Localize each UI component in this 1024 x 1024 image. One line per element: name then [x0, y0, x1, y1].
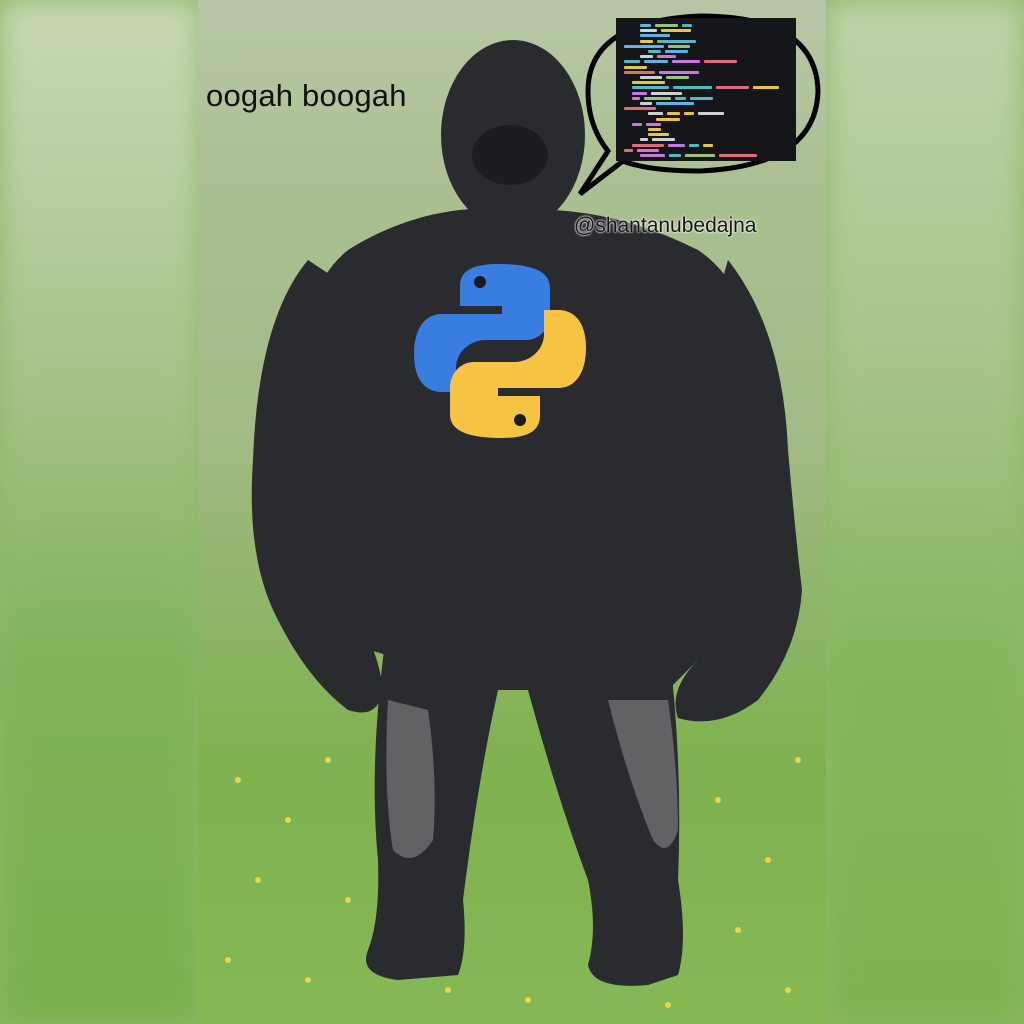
code-line [640, 34, 670, 38]
meme-caption: oogah boogah [206, 78, 407, 113]
code-line [624, 65, 647, 69]
author-handle: @shantanubedajna [574, 214, 757, 237]
code-line [632, 81, 665, 85]
code-line [648, 112, 663, 116]
code-line [659, 70, 699, 74]
code-line [652, 138, 675, 142]
code-line [632, 86, 669, 90]
code-line [657, 39, 696, 43]
code-line [632, 143, 664, 147]
code-line [655, 24, 678, 27]
meme-canvas: oogah boogah @shantanubedajna [0, 0, 1024, 1024]
code-line [666, 76, 689, 79]
code-line [698, 112, 724, 116]
code-line [646, 122, 661, 126]
code-line [719, 154, 757, 157]
code-line [672, 60, 700, 64]
code-line [690, 96, 713, 100]
code-line [689, 143, 699, 147]
code-line [624, 70, 655, 74]
code-line [667, 112, 680, 116]
code-line [632, 91, 647, 95]
code-line [640, 55, 653, 59]
code-line [632, 122, 642, 126]
code-line [675, 96, 686, 100]
code-line [624, 44, 664, 48]
code-line [668, 143, 685, 147]
code-line [644, 60, 668, 64]
code-line [640, 24, 651, 27]
gorilla-face [472, 125, 548, 185]
code-line [656, 102, 694, 105]
code-line [640, 138, 648, 142]
blurred-background-right [826, 0, 1024, 1024]
code-line [753, 86, 779, 90]
blurred-background-left [0, 0, 200, 1024]
code-line [651, 91, 682, 95]
code-line [637, 148, 659, 152]
code-line [624, 148, 633, 152]
code-line [716, 86, 749, 90]
code-line [640, 102, 652, 105]
code-line [661, 29, 691, 33]
code-line [703, 143, 713, 147]
code-line [640, 29, 657, 33]
code-line [648, 128, 661, 131]
code-line [632, 96, 640, 100]
code-line [685, 154, 715, 157]
code-line [640, 39, 653, 43]
code-line [624, 107, 656, 111]
code-line [665, 50, 688, 53]
code-line [624, 60, 640, 64]
code-line [673, 86, 712, 90]
code-line [656, 117, 680, 121]
code-line [684, 112, 694, 116]
code-line [682, 24, 692, 27]
code-line [669, 154, 681, 157]
python-logo-icon [414, 264, 586, 438]
code-line [668, 44, 690, 48]
code-line [657, 55, 676, 59]
code-line [640, 76, 662, 79]
code-line [704, 60, 737, 64]
code-line [640, 154, 665, 157]
grass-flowers [225, 757, 801, 1008]
code-line [648, 133, 669, 137]
code-line [648, 50, 661, 53]
code-screenshot [616, 18, 796, 161]
code-line [644, 96, 671, 100]
